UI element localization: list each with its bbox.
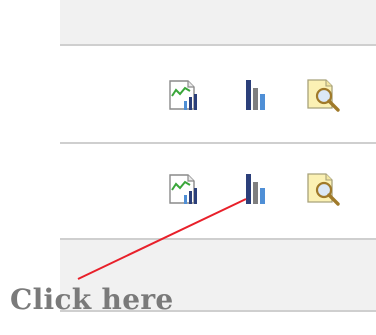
- line-chart-icon: [169, 174, 197, 204]
- magnify-report-icon: [307, 79, 340, 112]
- magnify-report-icon: [307, 173, 340, 206]
- line-chart-button[interactable]: [164, 170, 204, 210]
- magnify-report-button[interactable]: [304, 76, 344, 116]
- line-chart-icon: [169, 80, 197, 110]
- header-band: [60, 0, 376, 44]
- bar-chart-icon: [246, 174, 265, 204]
- line-chart-button[interactable]: [164, 76, 204, 116]
- table-row: [60, 46, 376, 142]
- table-row: [60, 144, 376, 240]
- bar-chart-button[interactable]: [240, 76, 280, 116]
- magnify-report-button[interactable]: [304, 170, 344, 210]
- toolbar-panel: Click here: [0, 0, 376, 335]
- click-here-label: Click here: [10, 283, 174, 316]
- bar-chart-button-target[interactable]: [240, 170, 280, 210]
- bar-chart-icon: [246, 80, 265, 110]
